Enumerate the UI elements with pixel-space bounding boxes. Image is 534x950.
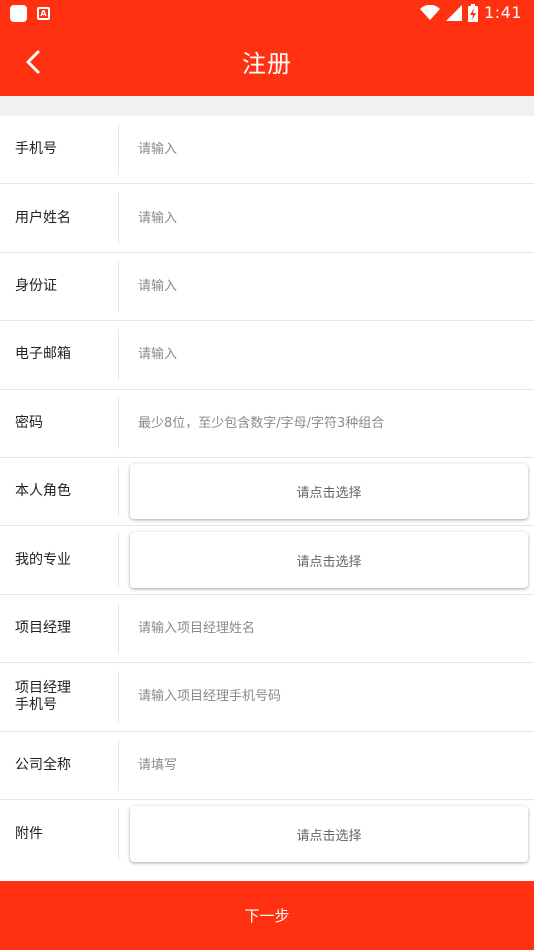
form-row-major: 我的专业 请点击选择: [0, 526, 534, 595]
row-divider: [118, 739, 119, 791]
wifi-icon: [420, 4, 441, 20]
row-divider: [118, 465, 119, 518]
company-label: 公司全称: [15, 756, 71, 773]
major-select-button[interactable]: 请点击选择: [130, 532, 528, 588]
row-divider: [118, 260, 119, 313]
form-row-role: 本人角色 请点击选择: [0, 457, 534, 527]
username-input[interactable]: [138, 184, 524, 252]
status-left: A: [10, 5, 50, 22]
email-label: 电子邮箱: [15, 346, 71, 363]
row-divider: [118, 397, 119, 449]
page-title: 注册: [242, 50, 292, 78]
phone-label: 手机号: [15, 141, 57, 158]
form-row-attachment: 附件 请点击选择: [0, 799, 534, 869]
app-bar: 注册: [0, 28, 534, 96]
row-divider: [118, 329, 119, 381]
section-gap: [0, 96, 534, 116]
row-divider: [118, 671, 119, 723]
battery-charging-icon: [468, 3, 479, 22]
pm-phone-label-line1: 项目经理: [15, 679, 71, 696]
pm-phone-label: 项目经理 手机号: [15, 663, 115, 730]
status-bar: A 1:41: [0, 0, 534, 28]
pm-name-label: 项目经理: [15, 619, 71, 636]
row-divider: [118, 534, 119, 586]
password-input[interactable]: [138, 389, 524, 457]
font-a-icon: A: [37, 7, 50, 20]
role-label: 本人角色: [15, 483, 71, 500]
form-row-id-card: 身份证: [0, 252, 534, 322]
attachment-select-button[interactable]: 请点击选择: [130, 805, 528, 863]
form-row-phone: 手机号: [0, 116, 534, 185]
form-row-password: 密码: [0, 389, 534, 458]
role-select-button[interactable]: 请点击选择: [130, 463, 528, 520]
attachment-label: 附件: [15, 825, 43, 842]
form-row-email: 电子邮箱: [0, 321, 534, 390]
row-divider: [118, 192, 119, 244]
pm-name-input[interactable]: [138, 594, 524, 663]
form-row-pm-phone: 项目经理 手机号: [0, 663, 534, 732]
email-input[interactable]: [138, 321, 524, 389]
next-step-button[interactable]: 下一步: [0, 881, 534, 950]
username-label: 用户姓名: [15, 209, 71, 226]
row-divider: [118, 807, 119, 861]
id-card-input[interactable]: [138, 252, 524, 321]
row-divider: [118, 602, 119, 655]
form-row-company: 公司全称: [0, 731, 534, 800]
form-row-pm-name: 项目经理: [0, 594, 534, 664]
status-right: 1:41: [420, 3, 522, 22]
major-label: 我的专业: [15, 551, 71, 568]
company-input[interactable]: [138, 731, 524, 799]
password-label: 密码: [15, 414, 43, 431]
form-row-username: 用户姓名: [0, 184, 534, 253]
status-time: 1:41: [484, 3, 522, 22]
registration-form: 手机号 用户姓名 身份证 电子邮箱 密码 本人角色 请点击选择 我的专业 请点击…: [0, 116, 534, 869]
phone-input[interactable]: [138, 116, 524, 184]
row-divider: [118, 124, 119, 176]
pm-phone-input[interactable]: [138, 663, 524, 731]
pm-phone-label-line2: 手机号: [15, 696, 57, 713]
app-square-icon: [10, 5, 27, 22]
signal-icon: [446, 4, 463, 21]
id-card-label: 身份证: [15, 277, 57, 294]
